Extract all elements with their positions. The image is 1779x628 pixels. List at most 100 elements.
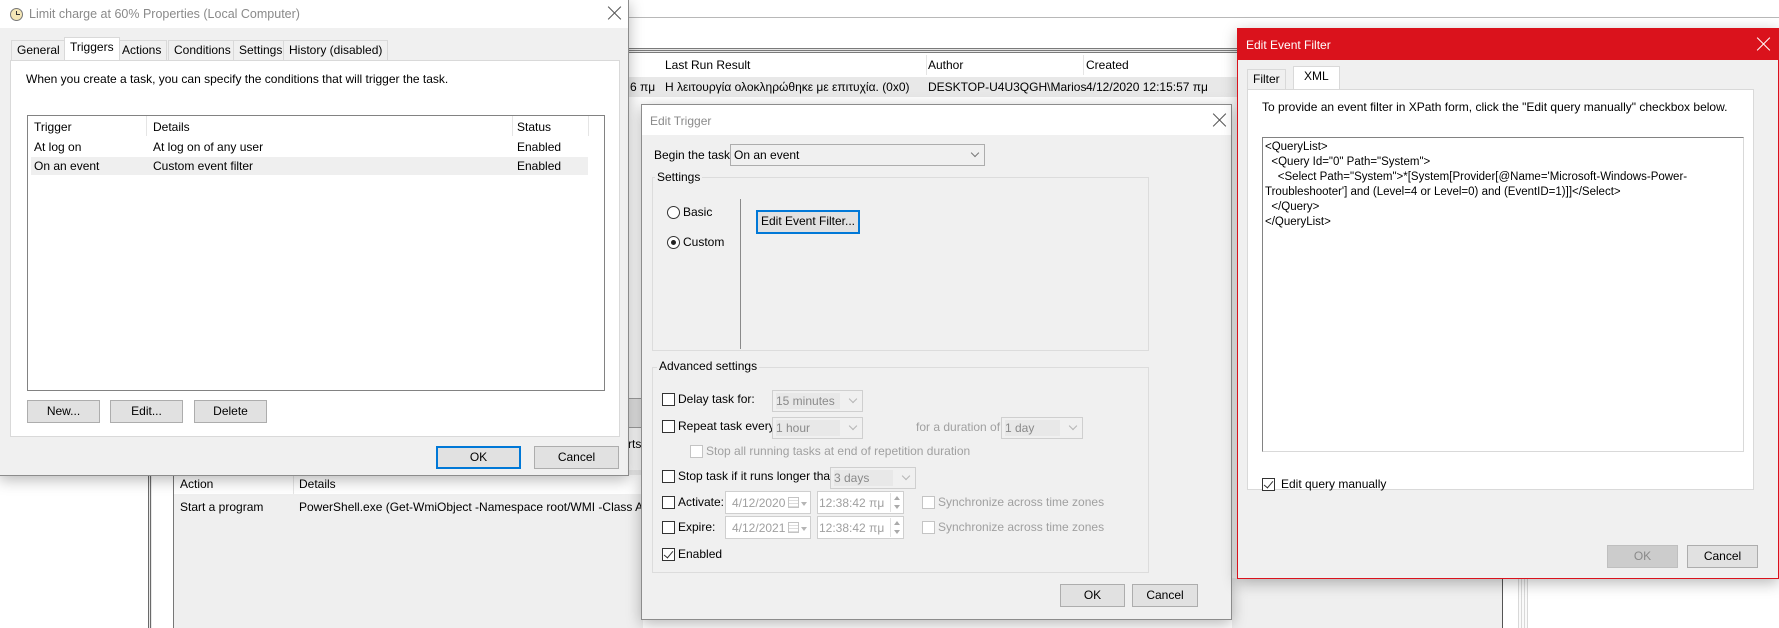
expire-time: 12:38:42 πμ: [819, 521, 885, 535]
trigger-row-selected[interactable]: On an event Custom event filter Enabled: [31, 157, 588, 175]
edit-query-manually-checkbox[interactable]: [1262, 478, 1275, 491]
enabled-checkbox[interactable]: [662, 548, 675, 561]
chevron-down-icon: [848, 394, 858, 404]
edit-trigger-title: Edit Trigger: [650, 114, 712, 128]
properties-title: Limit charge at 60% Properties (Local Co…: [29, 7, 300, 21]
expire-sync-label: Synchronize across time zones: [938, 520, 1105, 534]
repeat-task-checkbox[interactable]: [662, 420, 675, 433]
triggers-description: When you create a task, you can specify …: [26, 72, 449, 86]
time-spinner-icon[interactable]: [890, 518, 902, 537]
delete-trigger-button[interactable]: Delete: [194, 400, 267, 423]
radio-custom-label: Custom: [683, 235, 725, 249]
expire-sync-checkbox[interactable]: [922, 521, 935, 534]
tab-triggers[interactable]: Triggers: [64, 37, 120, 60]
expire-time-field[interactable]: 12:38:42 πμ: [817, 516, 904, 539]
author: DESKTOP-U4U3QGH\Marios: [928, 80, 1087, 94]
last-run-result: Η λειτουργία ολοκληρώθηκε με επιτυχία. (…: [665, 80, 910, 94]
event-filter-cancel-button[interactable]: Cancel: [1687, 545, 1758, 568]
calendar-icon[interactable]: [788, 522, 799, 533]
activate-sync-label: Synchronize across time zones: [938, 495, 1105, 509]
edit-trigger-cancel-button[interactable]: Cancel: [1132, 584, 1198, 607]
tab-filter[interactable]: Filter: [1247, 69, 1286, 89]
event-filter-tabs: Filter XML: [1247, 66, 1767, 89]
radio-basic[interactable]: [667, 206, 680, 219]
toolbar-divider: [628, 17, 1779, 18]
expire-date-picker[interactable]: 4/12/2021: [725, 516, 811, 539]
activate-time: 12:38:42 πμ: [819, 496, 885, 510]
tab-actions[interactable]: Actions: [116, 40, 168, 60]
edit-trigger-ok-button[interactable]: OK: [1060, 584, 1125, 607]
expire-date: 4/12/2021: [732, 521, 786, 535]
column-trigger[interactable]: Trigger: [34, 119, 72, 135]
activate-label: Activate:: [678, 495, 725, 509]
partial-tab-label: rts: [628, 437, 642, 451]
divider: [1502, 578, 1503, 628]
close-icon[interactable]: [1212, 112, 1228, 128]
begin-task-value: On an event: [734, 148, 800, 162]
tab-general[interactable]: General: [11, 40, 66, 60]
new-trigger-button[interactable]: New...: [27, 400, 100, 423]
column-action-details[interactable]: Details: [299, 476, 336, 492]
begin-task-select[interactable]: On an event: [730, 144, 985, 166]
column-details[interactable]: Details: [153, 119, 190, 135]
task-row[interactable]: 6 πμ Η λειτουργία ολοκληρώθηκε με επιτυχ…: [628, 77, 1238, 97]
action-type: Start a program: [180, 500, 264, 514]
close-icon[interactable]: [607, 5, 623, 21]
column-action[interactable]: Action: [180, 476, 213, 492]
background-panel: [1232, 578, 1502, 628]
splitter[interactable]: [628, 48, 1248, 53]
activate-date: 4/12/2020: [732, 496, 786, 510]
event-filter-ok-button[interactable]: OK: [1607, 545, 1678, 568]
panel-splitter[interactable]: [148, 470, 152, 628]
settings-group-label: Settings: [655, 170, 703, 184]
xml-panel: To provide an event filter in XPath form…: [1247, 89, 1754, 491]
begin-task-label: Begin the task:: [654, 148, 734, 162]
settings-group: [652, 177, 1149, 351]
task-clock-icon: [10, 8, 23, 21]
delay-task-value: 15 minutes: [776, 393, 840, 409]
tab-xml[interactable]: XML: [1293, 66, 1340, 89]
stop-all-checkbox[interactable]: [690, 445, 703, 458]
stop-longer-checkbox[interactable]: [662, 470, 675, 483]
activate-time-field[interactable]: 12:38:42 πμ: [817, 491, 904, 514]
advanced-settings-label: Advanced settings: [657, 359, 760, 373]
activate-sync-checkbox[interactable]: [922, 496, 935, 509]
event-filter-titlebar: Edit Event Filter: [1238, 29, 1778, 60]
chevron-down-icon: [801, 527, 807, 531]
stop-longer-label: Stop task if it runs longer than:: [678, 469, 841, 483]
close-icon[interactable]: [1756, 36, 1772, 52]
trigger-row[interactable]: At log on At log on of any user Enabled: [31, 138, 588, 156]
tab-conditions[interactable]: Conditions: [168, 40, 237, 60]
trigger-status: Enabled: [517, 159, 562, 173]
stop-longer-select[interactable]: 3 days: [830, 467, 916, 489]
background-tab-strip: [628, 398, 642, 428]
properties-cancel-button[interactable]: Cancel: [534, 446, 619, 469]
column-last-run-result[interactable]: Last Run Result: [665, 57, 750, 73]
expire-checkbox[interactable]: [662, 521, 675, 534]
scrollbar-track: [1518, 578, 1528, 628]
properties-ok-button[interactable]: OK: [436, 446, 521, 469]
edit-trigger-titlebar: Edit Trigger: [642, 105, 1231, 135]
duration-select[interactable]: 1 day: [1001, 417, 1083, 439]
activate-date-picker[interactable]: 4/12/2020: [725, 491, 811, 514]
time-spinner-icon[interactable]: [890, 493, 902, 512]
column-author[interactable]: Author: [928, 57, 963, 73]
properties-tabs: General Triggers Actions Conditions Sett…: [11, 37, 621, 60]
tab-history[interactable]: History (disabled): [283, 40, 389, 60]
edit-event-filter-button[interactable]: Edit Event Filter...: [756, 210, 860, 234]
delay-task-checkbox[interactable]: [662, 393, 675, 406]
xml-query-editor[interactable]: <QueryList> <Query Id="0" Path="System">…: [1262, 137, 1744, 452]
tab-settings[interactable]: Settings: [233, 40, 289, 60]
edit-trigger-button[interactable]: Edit...: [110, 400, 183, 423]
edit-event-filter-dialog: Edit Event Filter .ef-close::before,.ef-…: [1237, 28, 1779, 579]
column-created[interactable]: Created: [1086, 57, 1129, 73]
calendar-icon[interactable]: [788, 497, 799, 508]
activate-checkbox[interactable]: [662, 496, 675, 509]
column-status[interactable]: Status: [517, 119, 551, 135]
repeat-task-label: Repeat task every:: [678, 419, 779, 433]
delay-task-select[interactable]: 15 minutes: [772, 390, 863, 412]
repeat-task-select[interactable]: 1 hour: [772, 417, 863, 439]
trigger-status: Enabled: [517, 140, 562, 154]
expire-label: Expire:: [678, 520, 716, 534]
radio-custom[interactable]: [667, 236, 680, 249]
